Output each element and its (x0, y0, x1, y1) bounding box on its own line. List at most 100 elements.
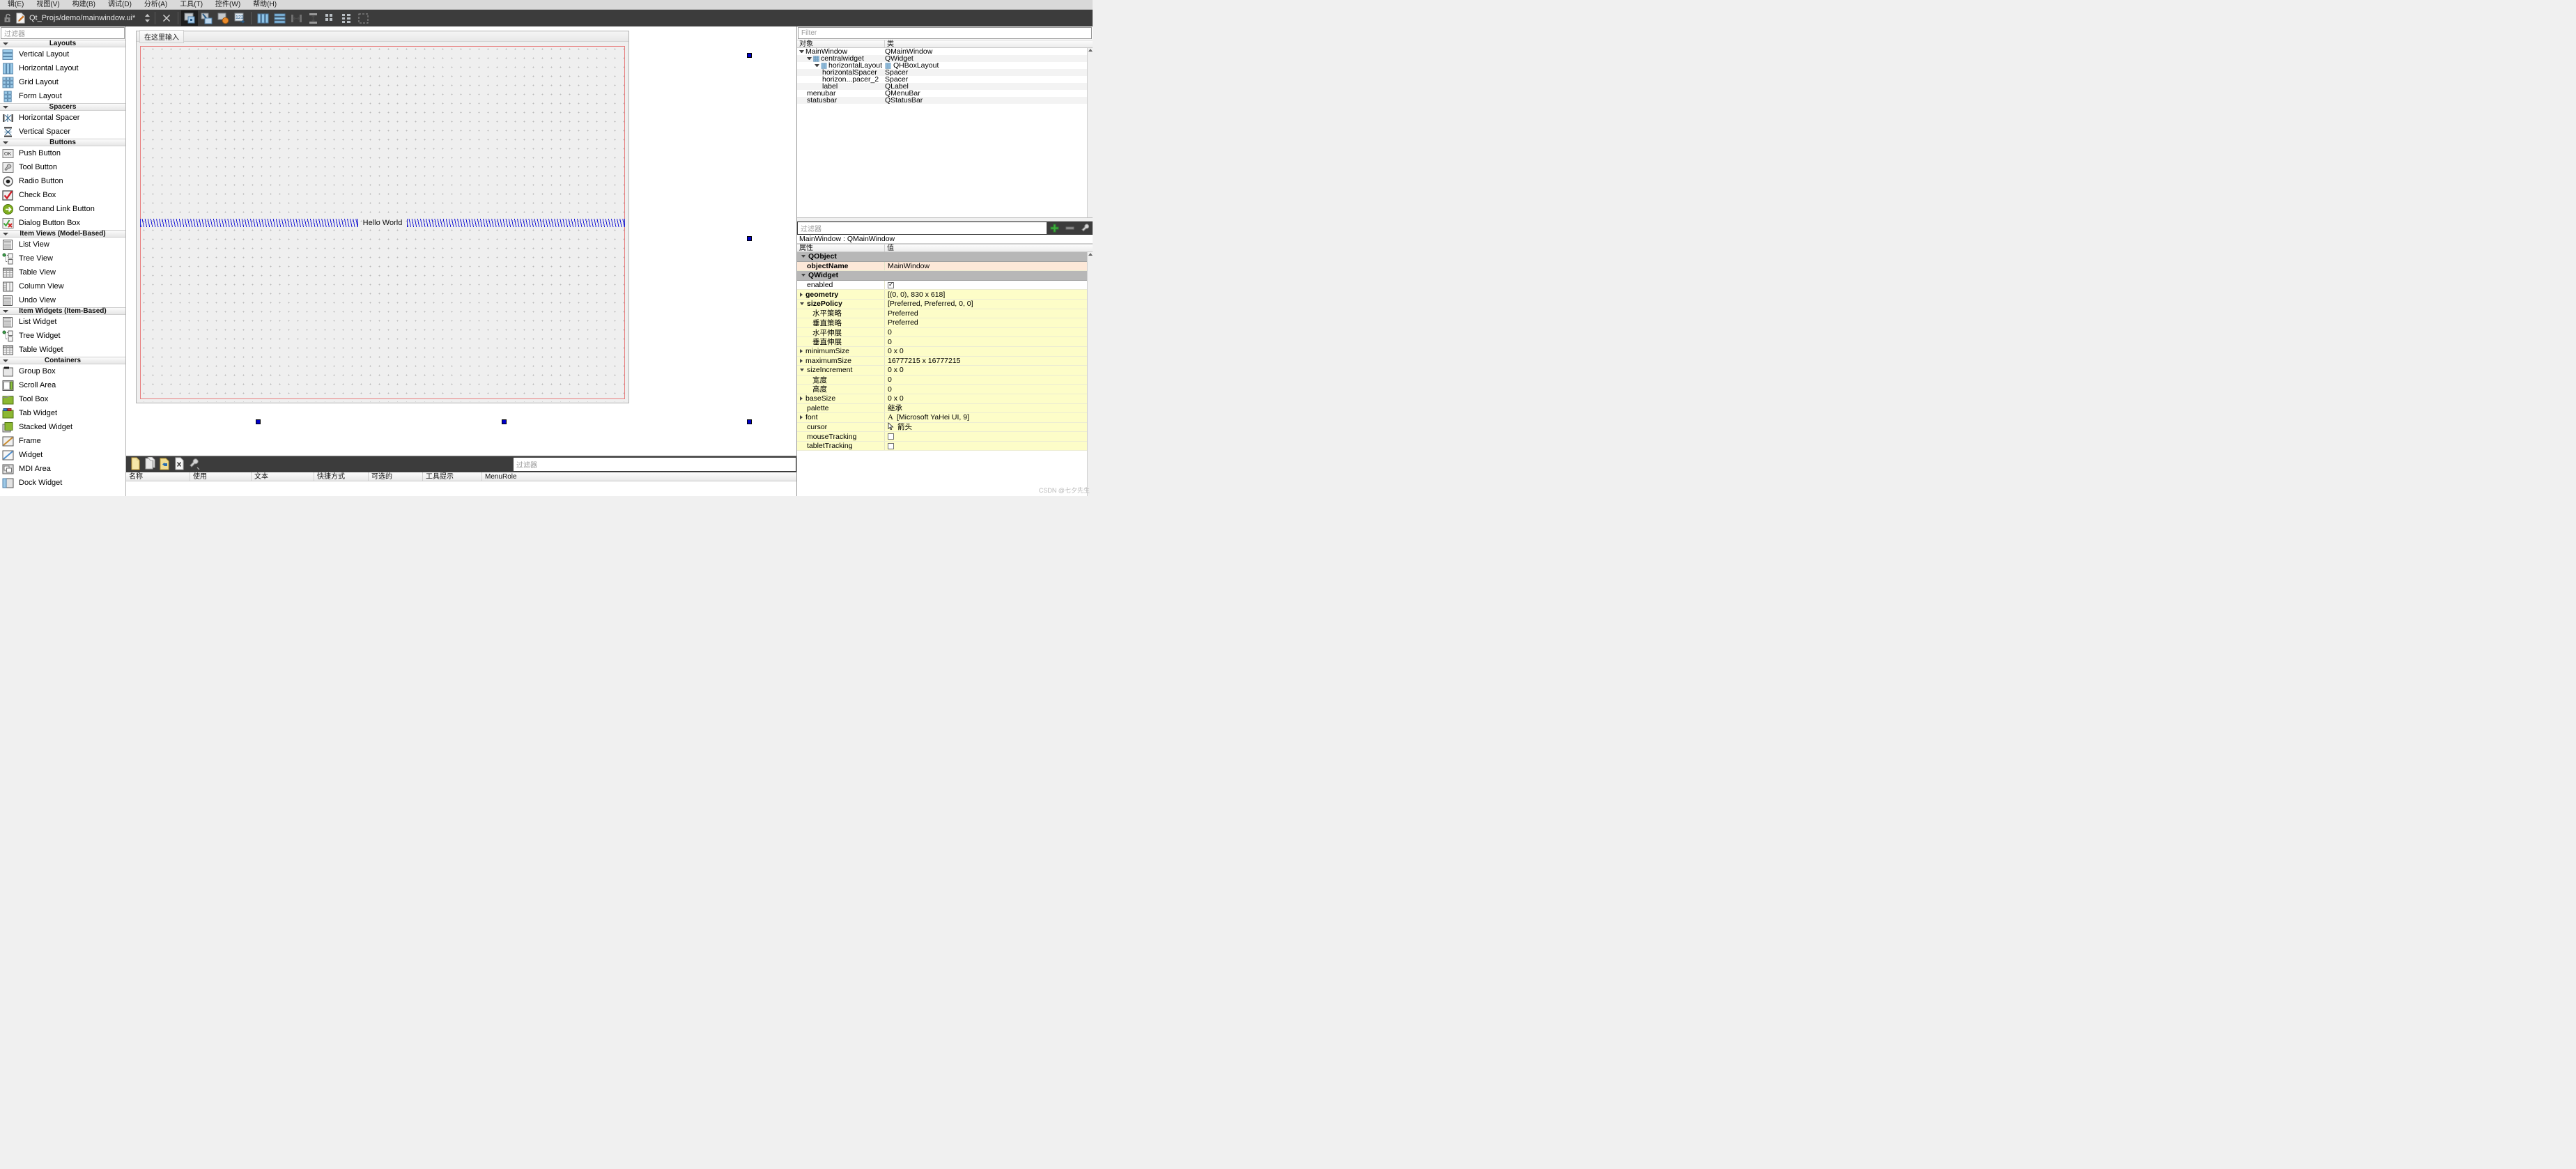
property-row[interactable]: palette继承 (797, 404, 1087, 414)
object-inspector-filter-input[interactable]: Filter (798, 27, 1092, 39)
widget-box-item-vertical-layout[interactable]: Vertical Layout (0, 47, 125, 61)
widget-box-item-form-layout[interactable]: Form Layout (0, 89, 125, 103)
property-row[interactable]: geometry[(0, 0), 830 x 618] (797, 290, 1087, 300)
copy-action-icon[interactable] (144, 457, 156, 472)
horizontal-spacer-2-preview[interactable] (407, 219, 625, 227)
layout-splitter-horizontal-button[interactable] (288, 10, 304, 26)
property-row[interactable]: minimumSize0 x 0 (797, 347, 1087, 357)
horizontal-layout-preview[interactable]: Hello World (140, 218, 625, 228)
widget-box-item-scroll-area[interactable]: Scroll Area (0, 378, 125, 392)
property-value[interactable]: 0 x 0 (885, 347, 1087, 355)
add-dynamic-property-button[interactable] (1047, 222, 1062, 235)
widget-box-category-item-views-model-based[interactable]: Item Views (Model-Based) (0, 230, 125, 238)
property-value[interactable]: [Preferred, Preferred, 0, 0] (885, 300, 1087, 308)
property-value[interactable]: 箭头 (885, 421, 1087, 432)
selection-handle-bottom-left[interactable] (256, 419, 261, 424)
property-value[interactable]: Preferred (885, 318, 1087, 327)
action-editor-column-5[interactable]: 工具提示 (423, 472, 482, 481)
break-layout-button[interactable] (355, 10, 371, 26)
chevron-right-icon[interactable] (800, 396, 803, 401)
widget-box-category-layouts[interactable]: Layouts (0, 40, 125, 47)
property-row[interactable]: enabled (797, 281, 1087, 291)
menu-item-0[interactable]: 辑(E) (1, 0, 30, 10)
delete-action-icon[interactable] (173, 457, 185, 472)
widget-box-item-dock-widget[interactable]: Dock Widget (0, 476, 125, 490)
property-row[interactable]: maximumSize16777215 x 16777215 (797, 357, 1087, 366)
selection-handle-bottom[interactable] (502, 419, 507, 424)
menu-item-7[interactable]: 帮助(H) (247, 0, 283, 10)
remove-dynamic-property-button[interactable] (1062, 222, 1077, 235)
property-editor-rows[interactable]: QObjectobjectNameMainWindowQWidgetenable… (797, 252, 1087, 496)
main-window-preview[interactable]: 在这里输入 Hello World (136, 31, 629, 403)
property-value[interactable]: Preferred (885, 309, 1087, 318)
menu-item-6[interactable]: 控件(W) (209, 0, 247, 10)
checkbox[interactable] (888, 282, 894, 288)
property-row[interactable]: 垂直伸展0 (797, 337, 1087, 347)
property-value[interactable]: 0 (885, 385, 1087, 394)
widget-box-list[interactable]: LayoutsVertical LayoutHorizontal LayoutG… (0, 40, 125, 496)
property-row[interactable]: QWidget (797, 271, 1087, 281)
action-editor-column-0[interactable]: 名称 (126, 472, 190, 481)
chevron-right-icon[interactable] (800, 349, 803, 353)
widget-box-item-tree-widget[interactable]: Tree Widget (0, 329, 125, 343)
action-editor-body[interactable] (126, 481, 796, 496)
property-row[interactable]: 水平伸展0 (797, 328, 1087, 338)
property-value[interactable] (885, 282, 1087, 288)
new-action-icon[interactable] (130, 457, 141, 472)
widget-box-item-stacked-widget[interactable]: Stacked Widget (0, 420, 125, 434)
widget-box-item-table-widget[interactable]: Table Widget (0, 343, 125, 357)
property-row[interactable]: cursor箭头 (797, 423, 1087, 433)
menu-item-1[interactable]: 视图(V) (30, 0, 65, 10)
chevron-down-icon[interactable] (800, 302, 804, 305)
widget-box-item-radio-button[interactable]: Radio Button (0, 174, 125, 188)
widget-box-item-grid-layout[interactable]: Grid Layout (0, 75, 125, 89)
configure-property-editor-button[interactable] (1077, 222, 1093, 235)
widget-box-filter-input[interactable]: 过滤器 (1, 27, 125, 39)
widget-box-item-tool-box[interactable]: Tool Box (0, 392, 125, 406)
property-value[interactable] (885, 443, 1087, 449)
form-canvas[interactable]: 在这里输入 Hello World (126, 26, 796, 456)
widget-box-item-column-view[interactable]: Column View (0, 279, 125, 293)
property-row[interactable]: 高度0 (797, 385, 1087, 394)
edit-buddies-button[interactable] (215, 10, 231, 26)
widget-box-item-command-link-button[interactable]: Command Link Button (0, 202, 125, 216)
object-inspector-row[interactable]: statusbarQStatusBar (797, 97, 1087, 104)
layout-grid-button[interactable] (321, 10, 338, 26)
selection-handle-right[interactable] (747, 236, 752, 241)
unlock-icon[interactable] (0, 13, 15, 23)
chevron-down-icon[interactable] (807, 57, 812, 60)
property-editor-filter-input[interactable]: 过滤器 (798, 222, 1047, 234)
property-editor-col-property[interactable]: 属性 (797, 245, 885, 251)
action-editor-column-4[interactable]: 可选的 (369, 472, 423, 481)
object-inspector-tree[interactable]: MainWindowQMainWindowcentralwidgetQWidge… (797, 48, 1087, 217)
object-inspector-col-object[interactable]: 对象 (797, 40, 885, 47)
property-row[interactable]: sizeIncrement0 x 0 (797, 366, 1087, 376)
menu-item-3[interactable]: 调试(D) (102, 0, 138, 10)
paste-action-icon[interactable] (159, 457, 171, 472)
chevron-down-icon[interactable] (801, 274, 805, 277)
chevron-right-icon[interactable] (800, 359, 803, 363)
widget-box-item-horizontal-layout[interactable]: Horizontal Layout (0, 61, 125, 75)
chevron-right-icon[interactable] (800, 293, 803, 297)
property-row[interactable]: 水平策略Preferred (797, 309, 1087, 319)
property-row[interactable]: sizePolicy[Preferred, Preferred, 0, 0] (797, 300, 1087, 309)
widget-box-category-buttons[interactable]: Buttons (0, 139, 125, 146)
chevron-down-icon[interactable] (800, 369, 804, 371)
widget-box-item-undo-view[interactable]: Undo View (0, 293, 125, 307)
widget-box-item-list-widget[interactable]: List Widget (0, 315, 125, 329)
property-value[interactable]: 16777215 x 16777215 (885, 357, 1087, 365)
menu-item-4[interactable]: 分析(A) (138, 0, 173, 10)
horizontal-spacer-preview[interactable] (140, 219, 358, 227)
widget-box-item-widget[interactable]: Widget (0, 448, 125, 462)
property-value[interactable]: 0 (885, 376, 1087, 384)
layout-horizontally-button[interactable] (254, 10, 271, 26)
chevron-down-icon[interactable] (799, 50, 804, 53)
property-row[interactable]: mouseTracking (797, 432, 1087, 442)
property-row[interactable]: QObject (797, 252, 1087, 262)
action-editor-column-2[interactable]: 文本 (252, 472, 314, 481)
property-value[interactable]: [(0, 0), 830 x 618] (885, 291, 1087, 299)
chevron-down-icon[interactable] (815, 64, 819, 67)
action-editor-column-1[interactable]: 使用 (190, 472, 252, 481)
property-value[interactable]: 0 x 0 (885, 394, 1087, 403)
property-value[interactable]: 继承 (885, 403, 1087, 413)
